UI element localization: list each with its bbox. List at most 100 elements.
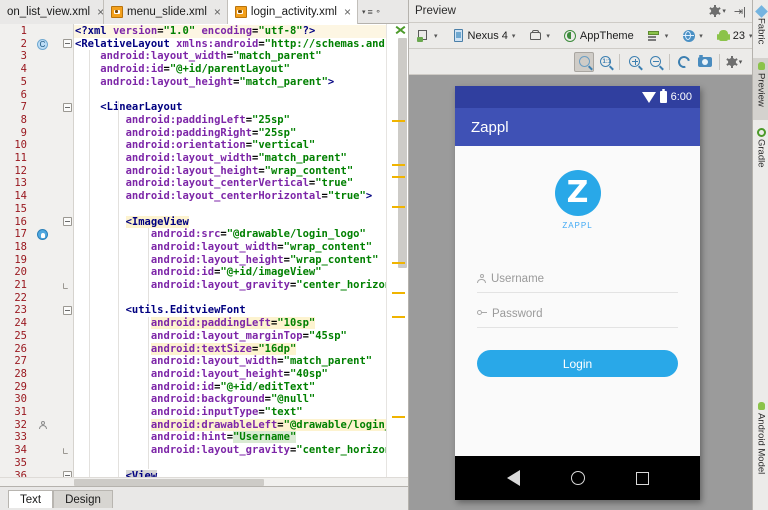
code-line[interactable]: android:layout_height="wrap_content" bbox=[75, 165, 354, 178]
editor-marker-gutter[interactable] bbox=[386, 24, 408, 486]
code-line[interactable]: android:inputType="text" bbox=[75, 406, 303, 419]
warning-marker[interactable] bbox=[392, 164, 405, 166]
nav-home-icon[interactable] bbox=[570, 471, 585, 485]
chevron-down-icon[interactable]: ▾ bbox=[434, 32, 438, 40]
gutter-icon-column[interactable]: C bbox=[32, 24, 60, 486]
gear-icon[interactable] bbox=[709, 5, 722, 17]
editor-tab-menu_slide[interactable]: menu_slide.xml × bbox=[104, 0, 228, 24]
code-line[interactable]: android:layout_width="wrap_content" bbox=[75, 241, 372, 254]
pin-icon[interactable]: ⚬ bbox=[375, 7, 382, 16]
code-line[interactable]: android:id="@+id/imageView" bbox=[75, 266, 322, 279]
editor-tab-on_list_view[interactable]: on_list_view.xml × bbox=[0, 0, 104, 24]
tab-list-dropdown[interactable]: ▾ ≡ ⚬ bbox=[358, 0, 385, 23]
code-editor[interactable]: 1 2 3 4 5 6 7 8 9 10 11 12 13 14 15 16 17 18 19 20 21 22 23 24 2… bbox=[0, 24, 408, 486]
preview-toolbar-locale[interactable]: ▾ bbox=[644, 26, 673, 46]
nav-recents-icon[interactable] bbox=[635, 471, 649, 485]
warning-marker[interactable] bbox=[392, 292, 405, 294]
chevron-down-icon[interactable]: ▾ bbox=[512, 32, 516, 40]
password-field[interactable]: Password bbox=[477, 300, 678, 328]
editor-vertical-scrollbar-thumb[interactable] bbox=[398, 38, 407, 268]
screenshot-icon[interactable] bbox=[695, 52, 715, 72]
code-fold-toggle[interactable] bbox=[63, 39, 72, 49]
editor-horizontal-scrollbar[interactable] bbox=[0, 477, 408, 486]
editor-mode-tab-text[interactable]: Text bbox=[8, 489, 54, 508]
code-line[interactable]: <utils.EditviewFont bbox=[75, 304, 246, 317]
warning-marker[interactable] bbox=[392, 316, 405, 318]
close-icon[interactable]: × bbox=[97, 6, 103, 18]
preview-toolbar-render-target[interactable]: ▾ bbox=[413, 26, 442, 46]
preview-toolbar-23[interactable]: 23 ▾ bbox=[713, 26, 757, 46]
login-button[interactable]: Login bbox=[477, 350, 678, 377]
code-line[interactable]: <ImageView bbox=[75, 215, 189, 229]
username-field[interactable]: Username bbox=[477, 265, 678, 293]
tool-window-button-gradle[interactable]: Gradle bbox=[753, 124, 768, 182]
intention-bulb-icon[interactable] bbox=[37, 229, 48, 241]
preview-toolbar-nexus-4[interactable]: Nexus 4 ▾ bbox=[448, 26, 520, 46]
tool-window-button-preview[interactable]: Preview bbox=[753, 58, 768, 120]
code-fold-toggle[interactable] bbox=[63, 217, 72, 226]
zoom-to-fit-icon[interactable] bbox=[574, 51, 594, 72]
code-line[interactable]: android:hint="Username" bbox=[75, 431, 297, 444]
code-line[interactable]: android:layout_gravity="center_horizonta… bbox=[75, 279, 386, 292]
code-line[interactable]: android:layout_marginTop="45sp" bbox=[75, 330, 347, 343]
hide-panel-icon[interactable]: ⇥| bbox=[734, 5, 746, 18]
warning-marker[interactable] bbox=[392, 206, 405, 208]
code-line[interactable]: android:id="@+id/editText" bbox=[75, 381, 315, 394]
inspection-status-icon[interactable] bbox=[395, 25, 405, 35]
tool-window-button-android-model[interactable]: Android Model bbox=[753, 398, 768, 502]
warning-marker[interactable] bbox=[392, 262, 405, 264]
code-line[interactable]: android:paddingLeft="25sp" bbox=[75, 114, 290, 127]
code-line[interactable]: android:orientation="vertical" bbox=[75, 139, 316, 152]
code-fold-toggle[interactable] bbox=[63, 283, 68, 289]
code-line[interactable]: android:layout_width="match_parent" bbox=[75, 152, 347, 165]
nav-back-icon[interactable] bbox=[506, 470, 520, 486]
chevron-down-icon[interactable]: ▾ bbox=[665, 32, 669, 40]
code-folding-gutter[interactable] bbox=[60, 24, 74, 486]
user-drawable-marker-icon[interactable] bbox=[37, 420, 48, 431]
preview-canvas[interactable]: 6:00 Zappl Z ZAPPL Username Password Log… bbox=[409, 75, 752, 510]
list-icon[interactable]: ≡ bbox=[368, 7, 373, 17]
code-line[interactable]: android:layout_width="match_parent" bbox=[75, 355, 372, 368]
chevron-down-icon[interactable]: ▾ bbox=[699, 32, 703, 40]
chevron-down-icon[interactable]: ▾ bbox=[362, 8, 366, 16]
preview-toolbar-language-globe[interactable]: ▾ bbox=[678, 26, 707, 46]
code-line[interactable]: <?xml version="1.0" encoding="utf-8"?> bbox=[75, 25, 315, 38]
code-line[interactable]: android:layout_height="match_parent"> bbox=[75, 76, 334, 89]
refresh-icon[interactable] bbox=[674, 52, 694, 72]
close-icon[interactable]: × bbox=[214, 6, 221, 18]
editor-tab-login_activity[interactable]: login_activity.xml × bbox=[227, 0, 359, 24]
code-line[interactable]: android:paddingLeft="10sp" bbox=[75, 317, 316, 330]
code-text-area[interactable]: <?xml version="1.0" encoding="utf-8"?> <R… bbox=[75, 24, 386, 486]
code-line[interactable]: android:layout_height="40sp" bbox=[75, 368, 328, 381]
gear-icon[interactable]: ▾ bbox=[724, 52, 744, 72]
warning-marker[interactable] bbox=[392, 176, 405, 178]
preview-toolbar-orientation[interactable]: ▾ bbox=[525, 26, 554, 46]
zoom-in-icon[interactable] bbox=[624, 52, 644, 72]
tool-window-button-fabric[interactable]: Fabric bbox=[753, 3, 768, 55]
warning-marker[interactable] bbox=[392, 120, 405, 122]
code-line[interactable]: android:textSize="16dp" bbox=[75, 342, 297, 356]
code-line[interactable]: android:layout_centerHorizontal="true"> bbox=[75, 190, 373, 203]
code-line[interactable]: android:background="@null" bbox=[75, 393, 315, 406]
editor-mode-tab-design[interactable]: Design bbox=[53, 489, 113, 508]
zoom-actual-size-icon[interactable]: 1:1 bbox=[595, 52, 615, 72]
editor-horizontal-scrollbar-thumb[interactable] bbox=[74, 479, 264, 486]
chevron-down-icon[interactable]: ▾ bbox=[722, 7, 726, 15]
device-preview[interactable]: 6:00 Zappl Z ZAPPL Username Password Log… bbox=[455, 86, 700, 500]
chevron-down-icon[interactable]: ▾ bbox=[546, 32, 550, 40]
zoom-out-icon[interactable] bbox=[645, 52, 665, 72]
code-line[interactable]: android:drawableLeft="@drawable/login_us… bbox=[75, 418, 386, 432]
code-fold-toggle[interactable] bbox=[63, 448, 68, 455]
code-line[interactable]: android:layout_width="match_parent" bbox=[75, 50, 321, 63]
code-line[interactable]: android:id="@+id/parentLayout" bbox=[75, 63, 290, 76]
close-icon[interactable]: × bbox=[344, 6, 351, 18]
preview-toolbar-apptheme[interactable]: AppTheme bbox=[560, 26, 638, 46]
code-line[interactable]: android:paddingRight="25sp" bbox=[75, 127, 297, 140]
code-line[interactable]: android:layout_centerVertical="true" bbox=[75, 177, 354, 190]
code-line[interactable]: android:layout_gravity="center_horizonta… bbox=[75, 444, 386, 457]
code-fold-toggle[interactable] bbox=[63, 102, 72, 112]
warning-marker[interactable] bbox=[392, 416, 405, 418]
code-fold-toggle[interactable] bbox=[63, 305, 72, 315]
code-line[interactable]: <RelativeLayout xmlns:android="http://sc… bbox=[75, 38, 386, 51]
code-line[interactable]: <LinearLayout bbox=[75, 101, 182, 114]
